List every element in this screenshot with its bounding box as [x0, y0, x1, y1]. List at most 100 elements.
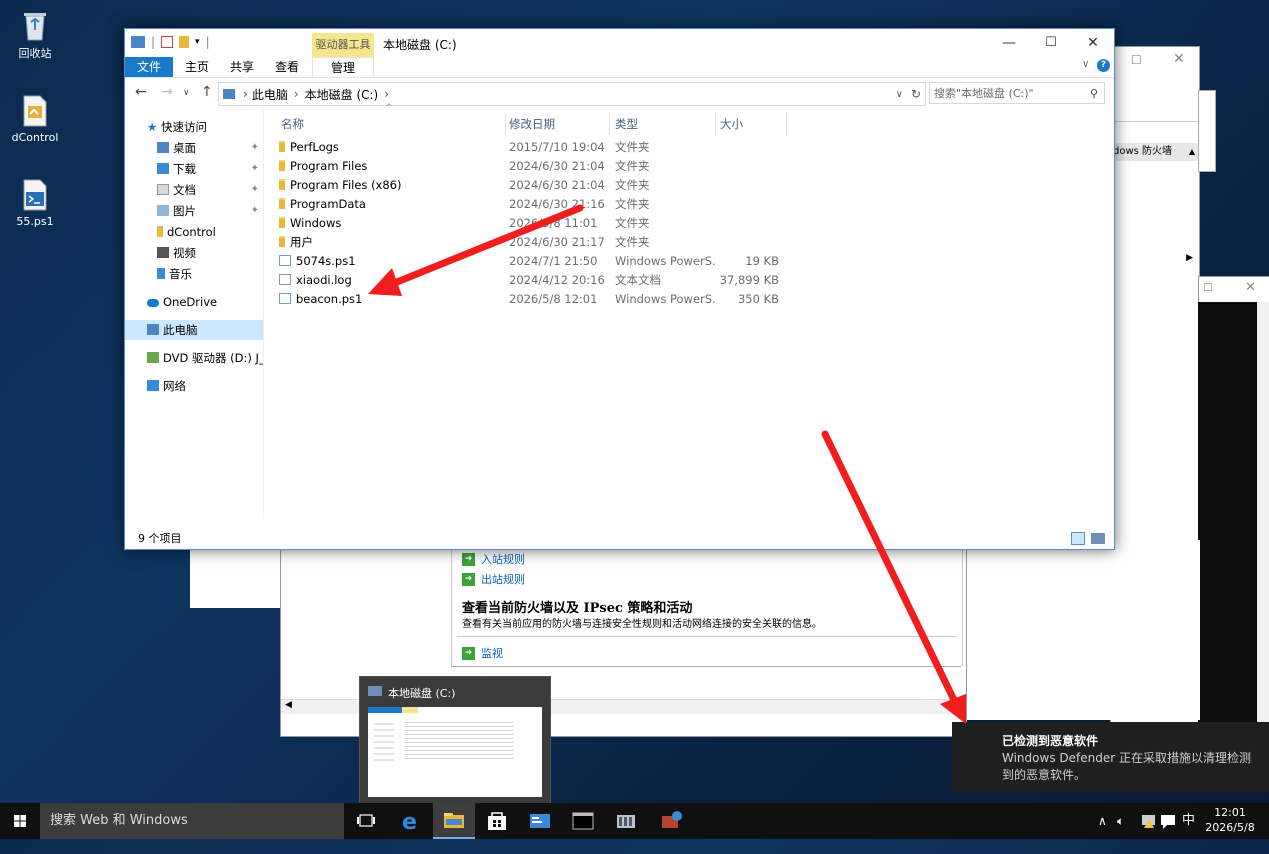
drive-tools-context-tab[interactable]: 驱动器工具: [312, 33, 374, 57]
store-icon[interactable]: [476, 803, 518, 839]
nav-this-pc[interactable]: 此电脑: [125, 320, 263, 340]
desktop-icon-recycle-bin[interactable]: 回收站: [0, 8, 70, 61]
column-header-size[interactable]: 大小: [720, 113, 787, 135]
notifications-icon[interactable]: [1160, 803, 1176, 839]
maximize-button[interactable]: ☐: [1030, 29, 1072, 57]
search-input[interactable]: 搜索"本地磁盘 (C:)" ⚲: [929, 82, 1105, 104]
refresh-icon[interactable]: ↻: [911, 87, 921, 101]
close-icon[interactable]: ✕: [1173, 51, 1185, 67]
file-row[interactable]: Windows 2026/5/8 11:01 文件夹: [279, 214, 789, 233]
column-header-date[interactable]: 修改日期: [509, 113, 610, 135]
tab-file[interactable]: 文件: [125, 57, 173, 77]
large-icons-view-icon[interactable]: [1091, 533, 1105, 544]
chevron-right-icon[interactable]: ▶: [1186, 253, 1193, 263]
file-row[interactable]: PerfLogs 2015/7/10 19:04 文件夹: [279, 138, 789, 157]
forward-icon[interactable]: →: [161, 84, 173, 100]
close-icon[interactable]: ✕: [1245, 280, 1256, 295]
nav-dvd-drive[interactable]: DVD 驱动器 (D:) J_C: [125, 348, 263, 368]
music-folder-icon: [157, 268, 165, 279]
file-explorer-window[interactable]: | ▾ | 驱动器工具 本地磁盘 (C:) — ☐ ✕ 文件 主页 共享 查看 …: [124, 28, 1115, 550]
maximize-icon[interactable]: ☐: [1131, 53, 1142, 67]
pin-icon[interactable]: ✦: [251, 180, 259, 200]
nav-onedrive[interactable]: OneDrive: [125, 292, 263, 312]
firewall-taskbar-icon[interactable]: [650, 803, 692, 839]
taskbar-thumbnail-preview[interactable]: 本地磁盘 (C:): [359, 676, 551, 806]
file-row[interactable]: Program Files (x86) 2024/6/30 21:04 文件夹: [279, 176, 789, 195]
nav-pictures[interactable]: 图片 ✦: [125, 201, 263, 221]
address-dropdown-icon[interactable]: ∨: [896, 89, 903, 100]
nav-documents[interactable]: 文档 ✦: [125, 180, 263, 200]
malware-detected-notification[interactable]: 已检测到恶意软件 Windows Defender 正在采取措施以清理检测到的恶…: [952, 722, 1269, 792]
file-row[interactable]: ProgramData 2024/6/30 21:16 文件夹: [279, 195, 789, 214]
title-bar[interactable]: | ▾ | 驱动器工具 本地磁盘 (C:) — ☐ ✕: [125, 29, 1114, 59]
file-explorer-taskbar-icon[interactable]: [433, 803, 475, 839]
drive-icon[interactable]: [131, 36, 145, 48]
console-scrollbar[interactable]: [1257, 302, 1269, 762]
tab-home[interactable]: 主页: [185, 57, 209, 77]
ime-indicator[interactable]: 中: [1182, 803, 1195, 839]
tab-view[interactable]: 查看: [275, 57, 299, 77]
expand-ribbon-icon[interactable]: ∨: [1082, 59, 1089, 70]
close-button[interactable]: ✕: [1072, 29, 1114, 57]
new-folder-icon[interactable]: [179, 36, 190, 48]
folder-icon: [279, 141, 285, 152]
nav-network[interactable]: 网络: [125, 376, 263, 396]
scroll-right-icon[interactable]: ▶: [948, 700, 955, 710]
pin-icon[interactable]: ✦: [251, 159, 259, 179]
help-icon[interactable]: ?: [1097, 59, 1110, 72]
taskbar-clock[interactable]: 12:01 2026/5/8: [1200, 805, 1260, 835]
nav-desktop[interactable]: 桌面 ✦: [125, 138, 263, 158]
monitor-link[interactable]: ➜ 监视: [462, 645, 503, 661]
file-row[interactable]: 用户 2024/6/30 21:17 文件夹: [279, 233, 789, 252]
tab-manage[interactable]: 管理: [312, 57, 374, 77]
volume-icon[interactable]: 🔈︎: [1117, 803, 1124, 839]
search-icon[interactable]: ⚲: [1090, 87, 1098, 100]
pin-icon[interactable]: ✦: [251, 201, 259, 221]
file-row[interactable]: beacon.ps1 2026/5/8 12:01 Windows PowerS..…: [279, 290, 789, 309]
properties-icon[interactable]: [161, 36, 174, 48]
nav-music[interactable]: 音乐: [125, 264, 263, 284]
background-window-console[interactable]: [1198, 302, 1269, 762]
outbound-rules-link[interactable]: ➜ 出站规则: [462, 571, 525, 587]
file-row[interactable]: xiaodi.log 2024/4/12 20:16 文本文档 37,899 KB: [279, 271, 789, 290]
breadcrumb-local-disk[interactable]: 本地磁盘 (C:): [305, 86, 379, 103]
file-name: ProgramData: [290, 197, 366, 211]
breadcrumb-this-pc[interactable]: 此电脑: [252, 86, 288, 103]
file-row[interactable]: Program Files 2024/6/30 21:04 文件夹: [279, 157, 789, 176]
nav-videos[interactable]: 视频: [125, 243, 263, 263]
maximize-icon[interactable]: ☐: [1203, 281, 1213, 294]
inbound-rules-link[interactable]: ➜ 入站规则: [462, 551, 525, 567]
start-button[interactable]: [0, 803, 40, 839]
nav-quick-access[interactable]: ★ 快速访问: [125, 117, 263, 137]
breadcrumb-separator: ›: [243, 87, 248, 101]
column-header-name[interactable]: 名称: [281, 113, 506, 135]
show-hidden-icons-icon[interactable]: ∧: [1098, 803, 1107, 839]
scroll-left-icon[interactable]: ◀: [285, 700, 292, 710]
taskbar-search[interactable]: 搜索 Web 和 Windows: [40, 803, 344, 839]
desktop-icon-dcontrol[interactable]: dControl: [0, 94, 70, 144]
task-view-icon[interactable]: [346, 803, 388, 839]
nav-downloads[interactable]: 下载 ✦: [125, 159, 263, 179]
control-panel-icon[interactable]: [519, 803, 561, 839]
nav-dcontrol[interactable]: dControl: [125, 222, 263, 242]
collapse-icon[interactable]: ▲: [1189, 143, 1195, 161]
tab-share[interactable]: 共享: [230, 57, 254, 77]
file-date: 2015/7/10 19:04: [509, 140, 605, 154]
desktop-icon-55-ps1[interactable]: 55.ps1: [0, 178, 70, 228]
address-bar[interactable]: › 此电脑 › 本地磁盘 (C:) › ∨ ↻: [218, 82, 926, 106]
command-prompt-icon[interactable]: [562, 803, 604, 839]
column-header-type[interactable]: 类型: [615, 113, 716, 135]
customize-toolbar-icon[interactable]: ▾: [195, 37, 200, 47]
edge-browser-icon[interactable]: e: [390, 803, 432, 839]
back-icon[interactable]: ←: [135, 84, 147, 100]
server-manager-icon[interactable]: [605, 803, 647, 839]
actions-header[interactable]: dows 防火墙 ▲: [1111, 143, 1199, 161]
action-center-warning-icon[interactable]: [1141, 803, 1157, 839]
minimize-button[interactable]: —: [988, 29, 1030, 57]
quick-access-toolbar: | ▾ |: [131, 35, 210, 49]
recent-locations-icon[interactable]: ∨: [183, 88, 190, 98]
pin-icon[interactable]: ✦: [251, 138, 259, 158]
file-row[interactable]: 5074s.ps1 2024/7/1 21:50 Windows PowerS...…: [279, 252, 789, 271]
details-view-icon[interactable]: [1071, 532, 1085, 545]
up-icon[interactable]: ↑: [201, 84, 213, 100]
